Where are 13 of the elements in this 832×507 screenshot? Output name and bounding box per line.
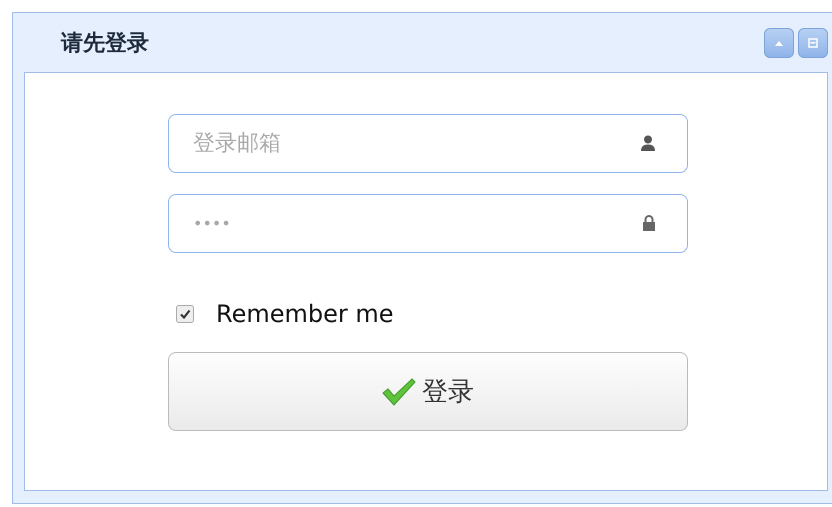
person-icon — [640, 134, 656, 152]
window-button[interactable] — [798, 28, 828, 58]
remember-label: Remember me — [216, 300, 394, 328]
password-field[interactable]: •••• — [168, 194, 688, 253]
lock-icon — [642, 214, 656, 232]
window-icon — [807, 36, 819, 48]
login-button[interactable]: 登录 — [168, 352, 688, 431]
check-icon — [382, 378, 416, 406]
email-field[interactable]: 登录邮箱 — [168, 114, 688, 173]
collapse-button[interactable] — [764, 28, 794, 58]
checkmark-icon — [179, 308, 191, 320]
panel-title: 请先登录 — [61, 30, 149, 58]
remember-checkbox[interactable] — [176, 305, 194, 323]
